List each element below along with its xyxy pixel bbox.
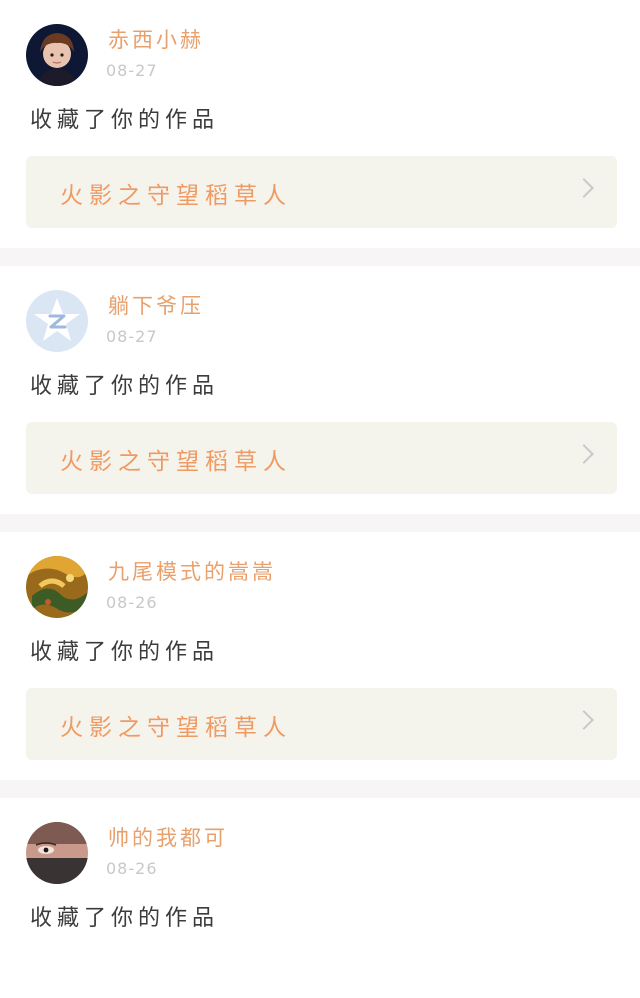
username[interactable]: 躺下爷压 bbox=[108, 290, 204, 320]
chevron-right-icon bbox=[574, 178, 594, 198]
timestamp: 08-26 bbox=[106, 859, 158, 878]
notification-card: 帅的我都可 08-26 收藏了你的作品 bbox=[0, 798, 640, 998]
timestamp: 08-26 bbox=[106, 593, 158, 612]
activity-text: 收藏了你的作品 bbox=[30, 906, 220, 931]
username[interactable]: 赤西小赫 bbox=[108, 24, 204, 54]
activity-text: 收藏了你的作品 bbox=[30, 640, 220, 665]
work-link-card[interactable]: 火影之守望稻草人 bbox=[26, 422, 617, 494]
work-link-card[interactable]: 火影之守望稻草人 bbox=[26, 688, 617, 760]
chevron-right-icon bbox=[574, 710, 594, 730]
notification-card: 赤西小赫 08-27 收藏了你的作品 火影之守望稻草人 bbox=[0, 0, 640, 248]
username[interactable]: 九尾模式的嵩嵩 bbox=[108, 556, 276, 586]
avatar[interactable] bbox=[26, 556, 88, 618]
avatar[interactable] bbox=[26, 822, 88, 884]
work-title: 火影之守望稻草人 bbox=[60, 715, 292, 741]
work-title: 火影之守望稻草人 bbox=[60, 183, 292, 209]
avatar[interactable] bbox=[26, 290, 88, 352]
notification-feed: 赤西小赫 08-27 收藏了你的作品 火影之守望稻草人 躺下爷压 08-27 收… bbox=[0, 0, 640, 998]
work-title: 火影之守望稻草人 bbox=[60, 449, 292, 475]
activity-text: 收藏了你的作品 bbox=[30, 108, 220, 133]
work-link-card[interactable]: 火影之守望稻草人 bbox=[26, 156, 617, 228]
avatar[interactable] bbox=[26, 24, 88, 86]
username[interactable]: 帅的我都可 bbox=[108, 822, 228, 852]
chevron-right-icon bbox=[574, 444, 594, 464]
activity-text: 收藏了你的作品 bbox=[30, 374, 220, 399]
notification-card: 九尾模式的嵩嵩 08-26 收藏了你的作品 火影之守望稻草人 bbox=[0, 532, 640, 780]
timestamp: 08-27 bbox=[106, 327, 158, 346]
notification-card: 躺下爷压 08-27 收藏了你的作品 火影之守望稻草人 bbox=[0, 266, 640, 514]
timestamp: 08-27 bbox=[106, 61, 158, 80]
